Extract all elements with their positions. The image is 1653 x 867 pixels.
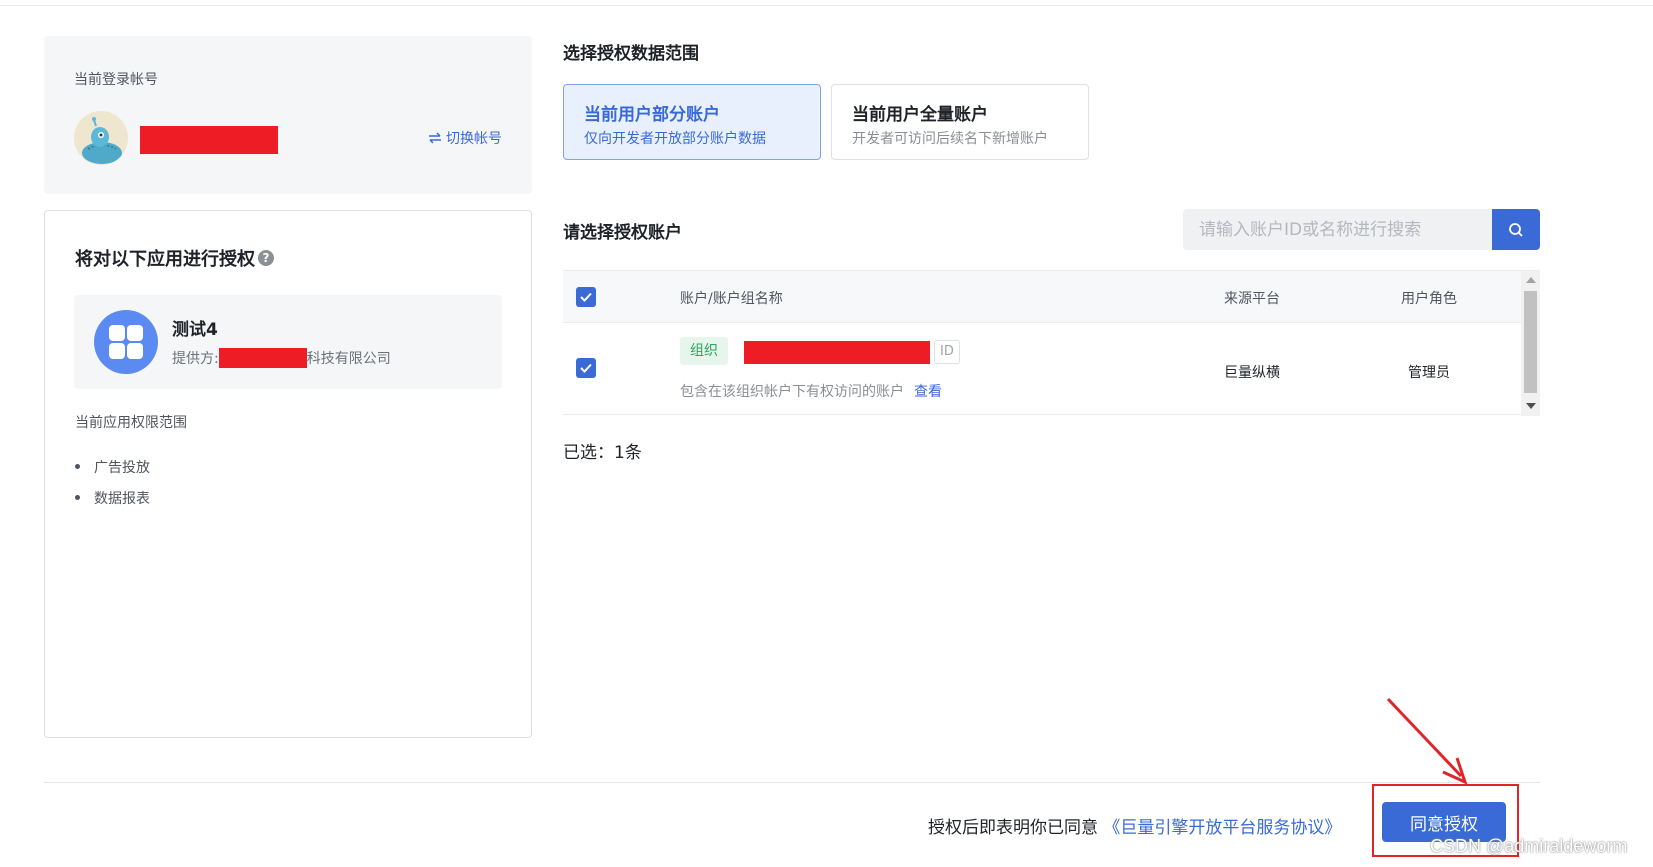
scroll-thumb[interactable]	[1524, 291, 1537, 393]
org-description-text: 包含在该组织帐户下有权访问的账户	[680, 384, 904, 400]
app-provider: 提供方: 科技有限公司	[172, 348, 391, 368]
annotation-arrow-icon	[1386, 697, 1468, 785]
column-header-role: 用户角色	[1401, 291, 1457, 307]
help-icon[interactable]: ?	[258, 250, 274, 266]
scope-item: 数据报表	[75, 482, 150, 513]
range-option-desc: 开发者可访问后续名下新增账户	[852, 131, 1048, 147]
redacted-provider-name	[218, 348, 307, 368]
agreement-statement: 授权后即表明你已同意 《巨量引擎开放平台服务协议》	[928, 813, 1341, 838]
range-option-full[interactable]: 当前用户全量账户 开发者可访问后续名下新增账户	[831, 84, 1089, 160]
scroll-up-arrow-icon[interactable]	[1526, 277, 1536, 283]
select-all-checkbox[interactable]	[576, 287, 596, 307]
scope-label: 当前应用权限范围	[75, 415, 187, 431]
provider-suffix: 科技有限公司	[306, 351, 391, 367]
id-tag: ID	[934, 340, 960, 364]
agreement-link[interactable]: 《巨量引擎开放平台服务协议》	[1103, 818, 1341, 838]
redacted-org-name	[744, 341, 930, 364]
switch-arrows-icon	[429, 132, 441, 144]
selected-count: 已选：1条	[563, 443, 642, 463]
range-option-partial[interactable]: 当前用户部分账户 仅向开发者开放部分账户数据	[563, 84, 821, 160]
accounts-section-title: 请选择授权账户	[563, 223, 682, 243]
scroll-down-arrow-icon[interactable]	[1526, 403, 1536, 409]
current-account-label: 当前登录帐号	[74, 72, 158, 88]
column-header-name: 账户/账户组名称	[680, 291, 783, 307]
table-row[interactable]: 组织 ID 包含在该组织帐户下有权访问的账户 查看 巨量纵横 管理员	[563, 323, 1521, 415]
search-icon	[1509, 222, 1523, 237]
range-option-title: 当前用户全量账户	[852, 105, 988, 125]
check-icon	[580, 363, 592, 373]
app-section-title-text: 将对以下应用进行授权	[75, 249, 255, 270]
search-button[interactable]	[1492, 209, 1540, 250]
accounts-table: 账户/账户组名称 来源平台 用户角色 组织 ID 包含在该组织帐户下有权访问的账…	[563, 270, 1540, 416]
footer-divider	[44, 782, 1540, 783]
avatar-mascot-icon	[82, 117, 122, 164]
scope-list: 广告投放 数据报表	[75, 451, 150, 513]
app-name: 测试4	[172, 320, 218, 340]
switch-account-label: 切换帐号	[446, 131, 502, 147]
table-header: 账户/账户组名称 来源平台 用户角色	[563, 271, 1521, 323]
app-section-title: 将对以下应用进行授权 ?	[75, 245, 274, 271]
column-header-platform: 来源平台	[1224, 291, 1280, 307]
view-link[interactable]: 查看	[914, 384, 942, 400]
platform-cell: 巨量纵横	[1224, 365, 1280, 381]
range-section-title: 选择授权数据范围	[563, 44, 699, 64]
range-option-desc: 仅向开发者开放部分账户数据	[584, 131, 766, 147]
provider-prefix: 提供方:	[172, 351, 219, 367]
watermark: CSDN @admiraldeworm	[1430, 836, 1628, 856]
range-option-title: 当前用户部分账户	[584, 105, 720, 125]
account-search-input[interactable]	[1183, 209, 1492, 250]
app-authorization-card: 将对以下应用进行授权 ? 测试4 提供方: 科技有限公司 当前应用权限范围 广告…	[44, 210, 532, 738]
redacted-account-name	[140, 126, 278, 154]
check-icon	[580, 292, 592, 302]
role-cell: 管理员	[1408, 365, 1450, 381]
org-description: 包含在该组织帐户下有权访问的账户 查看	[680, 381, 942, 401]
org-tag: 组织	[680, 337, 728, 365]
app-info-box: 测试4 提供方: 科技有限公司	[74, 295, 502, 389]
table-scrollbar[interactable]	[1521, 271, 1540, 416]
current-account-card: 当前登录帐号 切换帐号	[44, 36, 532, 194]
scope-item: 广告投放	[75, 451, 150, 482]
app-grid-icon	[94, 310, 158, 374]
avatar	[74, 111, 128, 165]
switch-account-link[interactable]: 切换帐号	[428, 128, 502, 148]
top-divider	[0, 5, 1653, 6]
agreement-text: 授权后即表明你已同意	[928, 818, 1098, 838]
row-checkbox[interactable]	[576, 358, 596, 378]
